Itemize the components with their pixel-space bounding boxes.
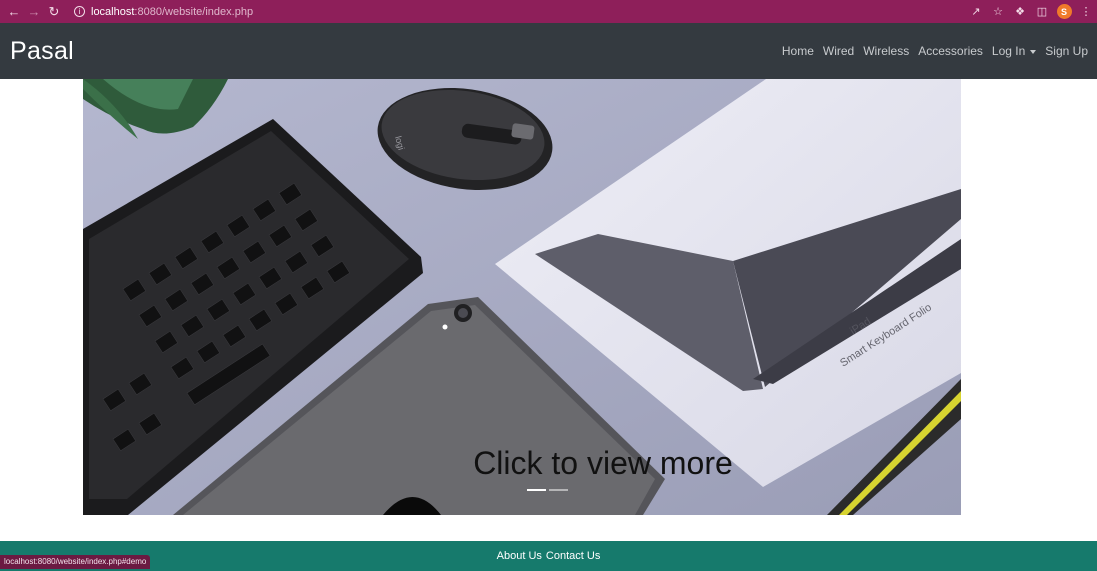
- share-icon[interactable]: ↗: [965, 1, 987, 23]
- browser-status-url: localhost:8080/website/index.php#demo: [0, 555, 151, 569]
- carousel-indicators: [527, 489, 571, 491]
- nav-wired[interactable]: Wired: [823, 44, 854, 58]
- browser-tools: ↗ ☆ ❖ ◫ S ⋮: [965, 0, 1097, 23]
- brand-logo[interactable]: Pasal: [10, 37, 74, 66]
- back-icon[interactable]: ←: [4, 2, 24, 22]
- nav-login-label: Log In: [991, 44, 1026, 58]
- footer-about-link[interactable]: About Us: [497, 550, 542, 562]
- site-footer: About Us Contact Us: [0, 541, 1097, 571]
- browser-toolbar: ← → ↻ i localhost:8080/website/index.php…: [0, 0, 1097, 23]
- reload-icon[interactable]: ↻: [44, 2, 64, 22]
- extensions-icon[interactable]: ❖: [1009, 1, 1031, 23]
- carousel-indicator-2[interactable]: [549, 489, 568, 491]
- footer-contact-link[interactable]: Contact Us: [546, 550, 600, 562]
- site-navbar: Pasal Home Wired Wireless Accessories Lo…: [0, 23, 1097, 79]
- side-panel-icon[interactable]: ◫: [1031, 1, 1053, 23]
- carousel-indicator-1[interactable]: [527, 489, 546, 491]
- nav-links: Home Wired Wireless Accessories Log In S…: [773, 23, 1088, 79]
- browser-menu-icon[interactable]: ⋮: [1075, 1, 1097, 23]
- nav-login-dropdown[interactable]: Log In: [991, 44, 1037, 58]
- nav-accessories[interactable]: Accessories: [918, 44, 983, 58]
- url-host: localhost: [91, 5, 135, 18]
- nav-wireless[interactable]: Wireless: [863, 44, 909, 58]
- bookmark-star-icon[interactable]: ☆: [987, 1, 1009, 23]
- carousel-caption[interactable]: Click to view more: [83, 445, 961, 482]
- address-bar[interactable]: i localhost:8080/website/index.php: [74, 3, 253, 21]
- site-info-icon[interactable]: i: [74, 6, 85, 17]
- hero-carousel[interactable]: logi iPad Smart Keyboard Folio Click to …: [83, 79, 961, 515]
- url-path: :8080/website/index.php: [134, 5, 254, 18]
- nav-signup[interactable]: Sign Up: [1045, 44, 1088, 58]
- profile-avatar[interactable]: S: [1053, 1, 1075, 23]
- nav-home[interactable]: Home: [782, 44, 814, 58]
- caret-down-icon: [1030, 49, 1037, 54]
- forward-icon[interactable]: →: [24, 2, 44, 22]
